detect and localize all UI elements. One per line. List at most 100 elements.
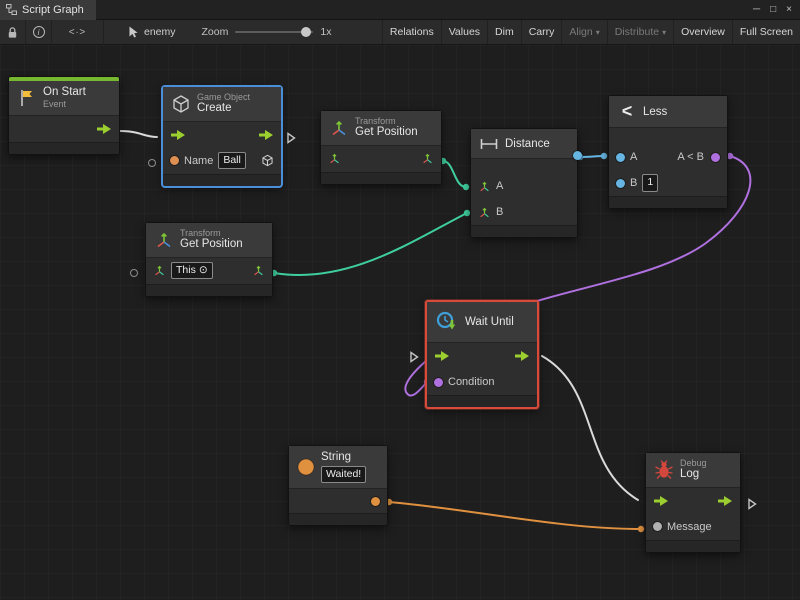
node-subtitle: Event (43, 99, 86, 109)
ruler-icon (479, 137, 499, 151)
node-title: Distance (505, 138, 550, 150)
graph-toolbar: i <∙> enemy Zoom 1x Relations Values Dim… (0, 20, 800, 45)
port-label: Message (667, 521, 712, 533)
less-input-b-port[interactable] (616, 179, 625, 188)
info-icon: i (33, 26, 45, 38)
string-value-field[interactable]: Waited! (321, 466, 366, 483)
less-input-a-port[interactable] (616, 153, 625, 162)
graph-canvas[interactable]: On Start Event Game Object Create (0, 45, 800, 600)
target-picker-icon[interactable]: ⊙ (199, 264, 208, 277)
string-output-port[interactable] (371, 497, 380, 506)
node-footer (471, 225, 577, 237)
wire-vector-getposition-distance-a[interactable] (443, 161, 466, 187)
node-title: Wait Until (465, 316, 514, 328)
node-title: Log (680, 468, 707, 481)
cursor-icon (128, 26, 139, 38)
zoom-slider-handle[interactable] (301, 27, 311, 37)
node-debug-log[interactable]: Debug Log Message (645, 452, 741, 553)
transform-icon (154, 230, 174, 250)
port-label: B (630, 177, 637, 189)
unconnected-flow-in-indicator (409, 350, 419, 368)
graph-name: enemy (144, 26, 176, 38)
toolbar-button-values[interactable]: Values (441, 20, 487, 44)
wire-string-debuglog[interactable] (389, 502, 640, 529)
zoom-value: 1x (320, 26, 331, 38)
unconnected-value-indicator (148, 159, 156, 167)
info-button[interactable]: i (26, 20, 52, 45)
wait-clock-icon (435, 310, 459, 334)
ports-toggle-button[interactable]: <∙> (52, 20, 104, 45)
wire-control-waituntil-debuglog[interactable] (542, 356, 638, 500)
flow-out-port[interactable] (717, 496, 733, 506)
wire-vector-getposition-distance-b[interactable] (274, 213, 467, 275)
toolbar-button-carry[interactable]: Carry (521, 20, 562, 44)
flow-out-port[interactable] (96, 124, 112, 134)
vector3-input-b-port[interactable] (478, 206, 491, 219)
node-less[interactable]: < Less A A < B B 1 (608, 95, 728, 209)
node-wait-until[interactable]: Wait Until Condition (425, 300, 539, 409)
zoom-slider[interactable] (235, 31, 313, 33)
name-value-field[interactable]: Ball (218, 152, 246, 169)
close-icon[interactable]: × (786, 4, 792, 15)
flow-in-port[interactable] (653, 496, 669, 506)
vector3-input-a-port[interactable] (478, 180, 491, 193)
condition-input-port[interactable] (434, 378, 443, 387)
zoom-control: Zoom 1x (202, 26, 332, 38)
target-value-field[interactable]: This ⊙ (171, 262, 213, 279)
unconnected-value-indicator (130, 269, 138, 277)
toolbar-button-dim[interactable]: Dim (487, 20, 521, 44)
toolbar-button-distribute[interactable]: Distribute▾ (607, 20, 673, 44)
flow-out-port[interactable] (258, 130, 274, 140)
node-footer (427, 395, 537, 407)
result-label: A < B (677, 151, 704, 163)
message-input-port[interactable] (653, 522, 662, 531)
flow-in-port[interactable] (170, 130, 186, 140)
maximize-icon[interactable]: □ (770, 4, 776, 15)
b-value-field[interactable]: 1 (642, 174, 658, 191)
toolbar-button-fullscreen[interactable]: Full Screen (732, 20, 800, 44)
port-label: Name (184, 155, 213, 167)
vector3-output-port[interactable] (252, 264, 265, 277)
port-label: B (496, 206, 503, 218)
graph-breadcrumb[interactable]: enemy (128, 26, 176, 38)
minimize-icon[interactable]: ─ (753, 4, 760, 15)
node-get-position-2[interactable]: Transform Get Position This ⊙ (145, 222, 273, 297)
node-string-literal[interactable]: String Waited! (288, 445, 388, 526)
wire-control-onstart-create[interactable] (120, 131, 157, 137)
port-label: A (496, 180, 503, 192)
node-title: Get Position (180, 238, 243, 251)
unconnected-flow-out-indicator (286, 131, 296, 149)
node-category: Transform (180, 228, 243, 238)
node-gameobject-create[interactable]: Game Object Create Name Ball (162, 86, 282, 187)
flag-icon (17, 88, 37, 108)
tab-script-graph[interactable]: Script Graph (0, 0, 96, 20)
toolbar-button-overview[interactable]: Overview (673, 20, 732, 44)
transform-input-port[interactable] (328, 152, 341, 165)
node-on-start-event[interactable]: On Start Event (8, 76, 120, 155)
node-title: Less (643, 106, 667, 118)
vector3-output-port[interactable] (421, 152, 434, 165)
chevron-down-icon: ▾ (596, 28, 600, 37)
transform-input-port[interactable] (153, 264, 166, 277)
node-category: Debug (680, 458, 707, 468)
less-output-port[interactable] (711, 153, 720, 162)
title-bar: Script Graph ─ □ × (0, 0, 800, 20)
node-footer (9, 142, 119, 154)
flow-in-port[interactable] (434, 351, 450, 361)
node-distance[interactable]: Distance A B (470, 128, 578, 238)
gameobject-output-port[interactable] (261, 154, 274, 167)
node-title: Get Position (355, 126, 418, 139)
wire-float-distance-less[interactable] (580, 156, 604, 157)
toolbar-button-relations[interactable]: Relations (382, 20, 441, 44)
zoom-label: Zoom (202, 26, 229, 38)
ports-toggle-icon: <∙> (69, 27, 86, 38)
name-input-port[interactable] (170, 156, 179, 165)
node-get-position-1[interactable]: Transform Get Position (320, 110, 442, 185)
node-footer (163, 174, 281, 186)
toolbar-button-align[interactable]: Align▾ (561, 20, 606, 44)
lock-icon (6, 26, 19, 39)
distance-output-port[interactable] (573, 151, 582, 160)
flow-out-port[interactable] (514, 351, 530, 361)
script-graph-icon (6, 4, 17, 15)
lock-button[interactable] (0, 20, 26, 45)
